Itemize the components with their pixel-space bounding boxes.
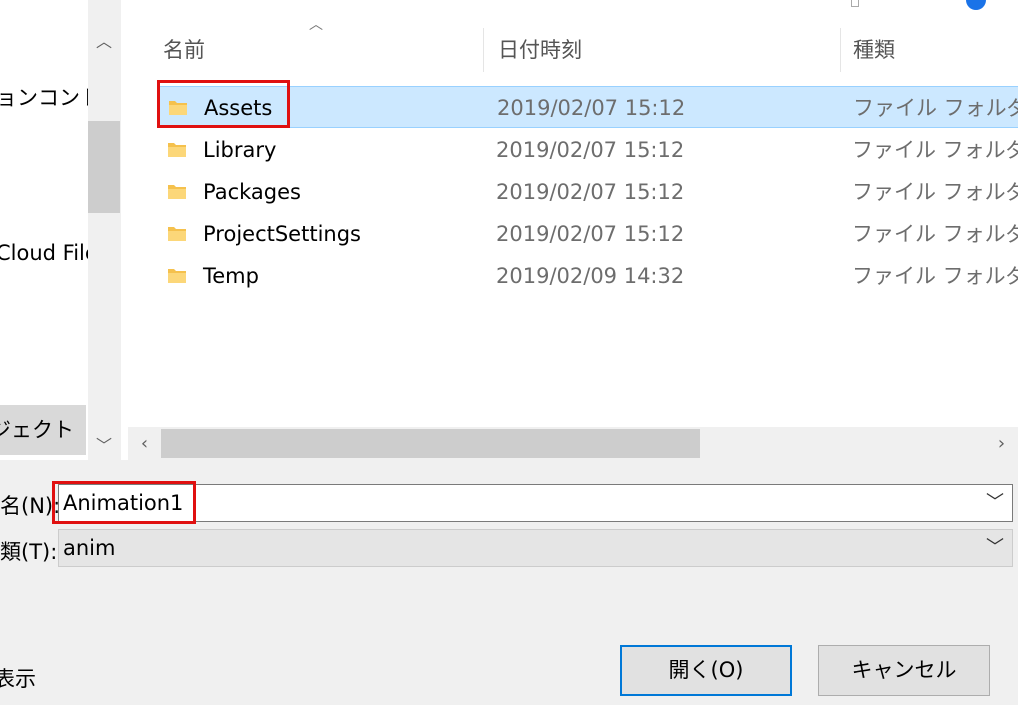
- filename-value: Animation1: [63, 491, 184, 515]
- column-divider[interactable]: [840, 28, 841, 72]
- file-name: ProjectSettings: [203, 222, 361, 246]
- scroll-down-icon[interactable]: ﹀: [88, 432, 120, 456]
- file-row-projectsettings[interactable]: ProjectSettings 2019/02/07 15:12 ファイル フォ…: [157, 213, 1018, 255]
- filetype-select[interactable]: anim ﹀: [58, 529, 1013, 567]
- file-date: 2019/02/07 15:12: [496, 222, 685, 246]
- file-row-packages[interactable]: Packages 2019/02/07 15:12 ファイル フォルダー: [157, 171, 1018, 213]
- window-edge-icon: [851, 0, 859, 7]
- scroll-right-icon[interactable]: ›: [985, 427, 1018, 460]
- nav-item-version-control[interactable]: ョンコントロ: [0, 82, 88, 112]
- file-date: 2019/02/07 15:12: [497, 96, 686, 120]
- folder-icon: [168, 269, 186, 283]
- file-type: ファイル フォルダー: [852, 222, 1018, 246]
- file-name: Temp: [203, 264, 259, 288]
- folder-icon: [169, 101, 187, 115]
- file-date: 2019/02/07 15:12: [496, 138, 685, 162]
- file-type: ファイル フォルダー: [852, 180, 1018, 204]
- cancel-button[interactable]: キャンセル: [818, 645, 990, 696]
- hide-folders-toggle[interactable]: 表示: [0, 663, 36, 693]
- column-header-date[interactable]: 日付時刻: [492, 28, 840, 72]
- file-name: Assets: [204, 96, 273, 120]
- file-date: 2019/02/07 15:12: [496, 180, 685, 204]
- navigation-pane[interactable]: ョンコントロ Cloud Files ジェクト: [0, 0, 88, 460]
- folder-icon: [168, 227, 186, 241]
- file-name: Packages: [203, 180, 301, 204]
- scroll-up-icon[interactable]: ︿: [88, 28, 120, 52]
- file-type: ファイル フォルダー: [852, 138, 1018, 162]
- nav-item-project-label: ジェクト: [0, 418, 74, 442]
- folder-icon: [168, 185, 186, 199]
- column-header-type[interactable]: 種類: [847, 28, 1017, 72]
- nav-scroll-thumb[interactable]: [88, 121, 120, 213]
- scroll-left-icon[interactable]: ‹: [128, 427, 161, 460]
- chevron-down-icon[interactable]: ﹀: [986, 530, 1004, 566]
- filename-input[interactable]: Animation1 ﹀: [58, 484, 1013, 522]
- file-type: ファイル フォルダー: [853, 96, 1018, 120]
- column-divider[interactable]: [483, 28, 484, 72]
- help-icon[interactable]: [966, 0, 986, 10]
- file-type: ファイル フォルダー: [852, 264, 1018, 288]
- filetype-label: 類(T):: [0, 540, 58, 564]
- file-row-assets[interactable]: Assets 2019/02/07 15:12 ファイル フォルダー: [157, 86, 1018, 128]
- file-name: Library: [203, 138, 277, 162]
- nav-vertical-scrollbar[interactable]: ︿ ﹀: [88, 0, 120, 460]
- nav-item-cloud-files[interactable]: Cloud Files: [0, 241, 88, 265]
- file-row-temp[interactable]: Temp 2019/02/09 14:32 ファイル フォルダー: [157, 255, 1018, 297]
- file-list-pane[interactable]: ︿ 名前 日付時刻 種類 Assets 2019/02/07 15:12 ファイ…: [121, 0, 1018, 460]
- filetype-value: anim: [63, 536, 116, 560]
- column-header-name[interactable]: 名前: [157, 28, 483, 72]
- file-list-horizontal-scrollbar[interactable]: ‹ ›: [128, 427, 1018, 460]
- file-row-library[interactable]: Library 2019/02/07 15:12 ファイル フォルダー: [157, 129, 1018, 171]
- folder-icon: [168, 143, 186, 157]
- filename-label: 名(N):: [0, 494, 61, 518]
- horizontal-scroll-thumb[interactable]: [161, 429, 700, 458]
- file-date: 2019/02/09 14:32: [496, 264, 685, 288]
- nav-item-project[interactable]: ジェクト: [0, 405, 86, 455]
- open-button[interactable]: 開く(O): [620, 645, 792, 696]
- chevron-down-icon[interactable]: ﹀: [986, 485, 1004, 521]
